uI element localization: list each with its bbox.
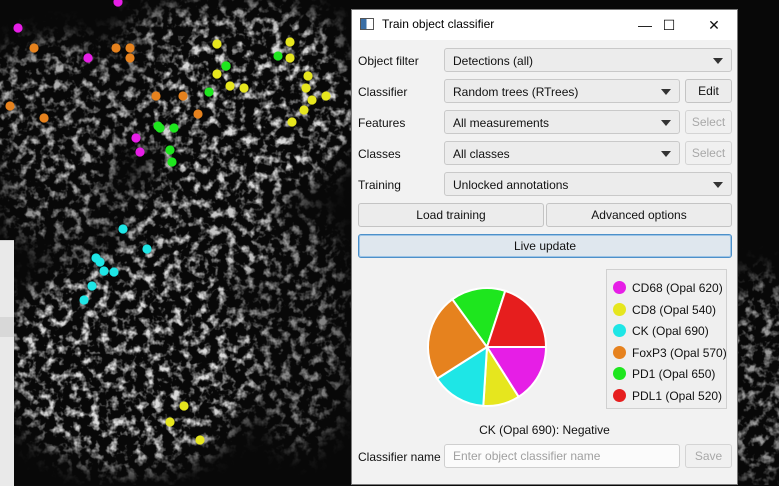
cell-point-foxp3[interactable] bbox=[125, 53, 135, 63]
cell-point-cd8[interactable] bbox=[307, 95, 317, 105]
cell-point-cd8[interactable] bbox=[301, 83, 311, 93]
classifier-name-label: Classifier name bbox=[358, 450, 441, 464]
legend-label: PD1 (Opal 650) bbox=[632, 367, 716, 381]
cell-point-cd8[interactable] bbox=[239, 83, 249, 93]
cell-point-cd8[interactable] bbox=[195, 435, 205, 445]
cell-point-cd8[interactable] bbox=[299, 105, 309, 115]
chevron-down-icon bbox=[661, 151, 671, 157]
live-update-button[interactable]: Live update bbox=[358, 234, 732, 258]
cell-point-foxp3[interactable] bbox=[111, 43, 121, 53]
training-dropdown[interactable]: Unlocked annotations bbox=[444, 172, 732, 196]
classifier-dropdown[interactable]: Random trees (RTrees) bbox=[444, 79, 680, 103]
side-panel-strip bbox=[0, 317, 14, 337]
cell-point-foxp3[interactable] bbox=[151, 91, 161, 101]
title-bar[interactable]: Train object classifier — ☐ ✕ bbox=[352, 10, 737, 40]
cell-point-cd68[interactable] bbox=[135, 147, 145, 157]
classifier-label: Classifier bbox=[358, 85, 408, 99]
cell-point-cd8[interactable] bbox=[212, 69, 222, 79]
training-label: Training bbox=[358, 178, 401, 192]
maximize-button[interactable]: ☐ bbox=[646, 10, 692, 40]
cell-point-cd8[interactable] bbox=[303, 71, 313, 81]
object-filter-label: Object filter bbox=[358, 54, 419, 68]
train-object-classifier-dialog: Train object classifier — ☐ ✕ Object fil… bbox=[351, 9, 738, 485]
cell-point-cd8[interactable] bbox=[212, 39, 222, 49]
cell-point-cd68[interactable] bbox=[13, 23, 23, 33]
app-window-icon bbox=[360, 18, 374, 30]
cell-point-ck[interactable] bbox=[118, 224, 128, 234]
training-value: Unlocked annotations bbox=[453, 178, 569, 192]
cell-point-cd68[interactable] bbox=[131, 133, 141, 143]
select-features-button[interactable]: Select bbox=[685, 110, 732, 134]
classifier-value: Random trees (RTrees) bbox=[453, 85, 579, 99]
object-filter-dropdown[interactable]: Detections (all) bbox=[444, 48, 732, 72]
cell-point-cd8[interactable] bbox=[321, 91, 331, 101]
legend-swatch-icon bbox=[613, 388, 626, 402]
legend-swatch-icon bbox=[613, 281, 626, 294]
cell-point-pd1[interactable] bbox=[165, 145, 175, 155]
chart-legend: CD68 (Opal 620) CD8 (Opal 540) CK (Opal 69… bbox=[606, 269, 727, 409]
cell-point-ck[interactable] bbox=[99, 266, 109, 276]
cell-point-cd8[interactable] bbox=[179, 401, 189, 411]
cell-point-cd68[interactable] bbox=[83, 53, 93, 63]
cell-point-foxp3[interactable] bbox=[29, 43, 39, 53]
load-training-button[interactable]: Load training bbox=[358, 203, 544, 227]
cell-point-pd1[interactable] bbox=[273, 51, 283, 61]
cell-point-ck[interactable] bbox=[109, 267, 119, 277]
cell-point-ck[interactable] bbox=[95, 257, 105, 267]
object-filter-value: Detections (all) bbox=[453, 54, 534, 68]
cell-point-cd8[interactable] bbox=[225, 81, 235, 91]
cell-point-ck[interactable] bbox=[87, 281, 97, 291]
legend-label: CD68 (Opal 620) bbox=[632, 281, 723, 295]
legend-swatch-icon bbox=[613, 345, 626, 359]
close-button[interactable]: ✕ bbox=[691, 10, 737, 40]
close-icon: ✕ bbox=[708, 17, 720, 33]
cell-point-ck[interactable] bbox=[142, 244, 152, 254]
legend-label: CK (Opal 690) bbox=[632, 324, 709, 338]
chevron-down-icon bbox=[661, 120, 671, 126]
features-dropdown[interactable]: All measurements bbox=[444, 110, 680, 134]
side-panel-edge bbox=[0, 240, 14, 486]
classes-value: All classes bbox=[453, 147, 510, 161]
cell-point-cd8[interactable] bbox=[285, 37, 295, 47]
classifier-name-input[interactable] bbox=[444, 444, 680, 468]
cell-point-cd8[interactable] bbox=[285, 53, 295, 63]
cell-point-foxp3[interactable] bbox=[193, 109, 203, 119]
cell-point-pd1[interactable] bbox=[204, 87, 214, 97]
class-distribution-pie-chart bbox=[427, 287, 548, 407]
cell-point-pd1[interactable] bbox=[155, 123, 165, 133]
cell-point-pd1[interactable] bbox=[167, 157, 177, 167]
classes-dropdown[interactable]: All classes bbox=[444, 141, 680, 165]
legend-label: FoxP3 (Opal 570) bbox=[632, 345, 727, 360]
cell-point-foxp3[interactable] bbox=[5, 101, 15, 111]
cell-point-foxp3[interactable] bbox=[125, 43, 135, 53]
legend-swatch-icon bbox=[613, 324, 626, 337]
legend-label: CD8 (Opal 540) bbox=[632, 302, 717, 317]
features-value: All measurements bbox=[453, 116, 550, 130]
features-label: Features bbox=[358, 116, 406, 130]
chevron-down-icon bbox=[713, 182, 723, 188]
cell-point-foxp3[interactable] bbox=[39, 113, 49, 123]
classes-label: Classes bbox=[358, 147, 401, 161]
legend-swatch-icon bbox=[613, 367, 626, 380]
select-classes-button[interactable]: Select bbox=[685, 141, 732, 165]
pie-hover-status: CK (Opal 690): Negative bbox=[479, 423, 610, 437]
chevron-down-icon bbox=[661, 89, 671, 95]
advanced-options-button[interactable]: Advanced options bbox=[546, 203, 732, 227]
maximize-icon: ☐ bbox=[662, 17, 676, 33]
cell-point-pd1[interactable] bbox=[169, 123, 179, 133]
edit-classifier-button[interactable]: Edit bbox=[685, 79, 732, 103]
cell-point-foxp3[interactable] bbox=[178, 91, 188, 101]
chevron-down-icon bbox=[713, 58, 723, 64]
cell-point-ck[interactable] bbox=[79, 295, 89, 305]
dialog-title: Train object classifier bbox=[382, 17, 495, 31]
legend-label: PDL1 (Opal 520) bbox=[632, 388, 723, 403]
cell-point-pd1[interactable] bbox=[221, 61, 231, 71]
save-classifier-button[interactable]: Save bbox=[685, 444, 732, 468]
cell-point-cd8[interactable] bbox=[287, 117, 297, 127]
legend-swatch-icon bbox=[613, 302, 626, 316]
cell-point-cd8[interactable] bbox=[165, 417, 175, 427]
